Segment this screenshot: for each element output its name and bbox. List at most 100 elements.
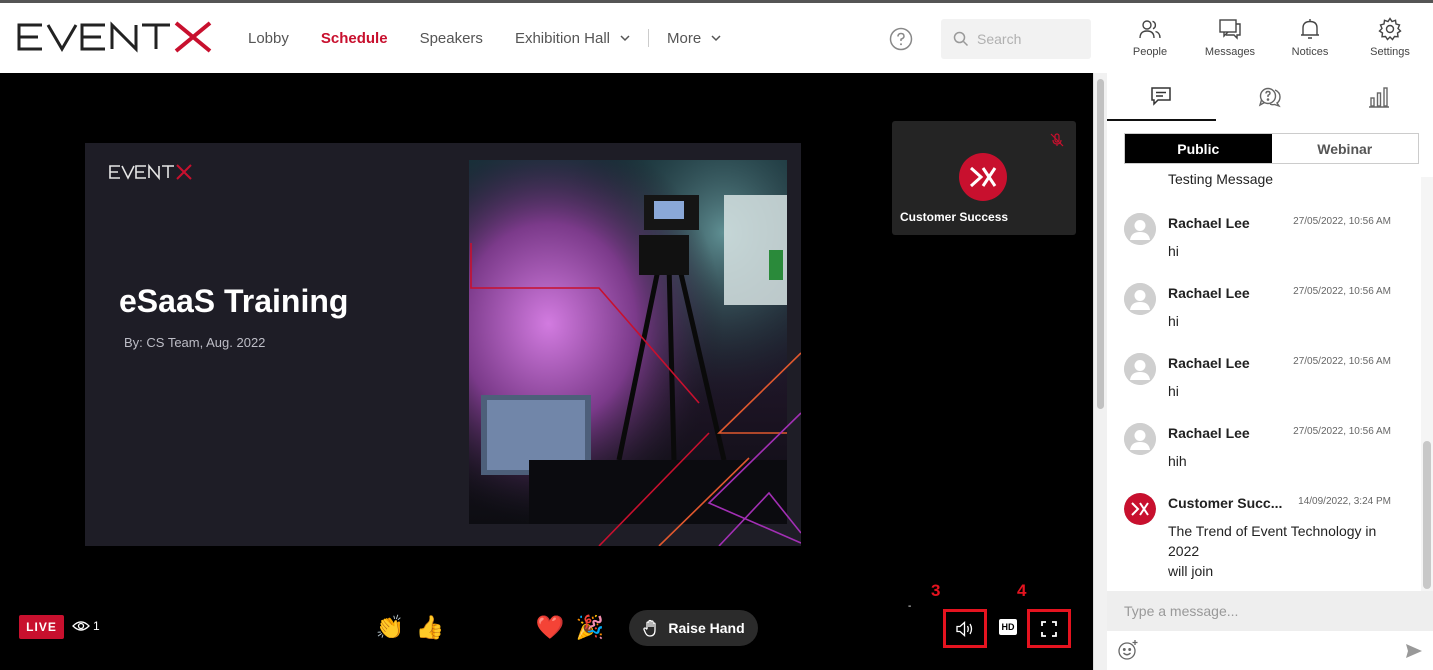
messages-button[interactable]: Messages xyxy=(1195,17,1265,65)
reaction-laugh[interactable]: 😂 xyxy=(330,611,370,643)
top-navbar: Lobby Schedule Speakers Exhibition Hall … xyxy=(0,0,1433,73)
settings-label: Settings xyxy=(1370,46,1410,58)
reaction-heart-eyes[interactable]: 😍 xyxy=(450,611,490,643)
eventx-logo[interactable] xyxy=(16,17,214,57)
user-avatar-icon xyxy=(1124,213,1156,245)
fullscreen-icon xyxy=(1041,620,1057,637)
tab-qa[interactable] xyxy=(1216,73,1325,121)
stage-dash: - xyxy=(908,601,912,612)
people-icon xyxy=(1139,20,1161,39)
message-author: Rachael Lee xyxy=(1168,285,1250,301)
message-text: hi xyxy=(1168,243,1179,259)
segment-public[interactable]: Public xyxy=(1125,134,1272,163)
chevron-down-icon xyxy=(620,35,630,42)
chat-scrollbar-thumb[interactable] xyxy=(1423,441,1431,589)
slide-subtitle: By: CS Team, Aug. 2022 xyxy=(124,335,266,350)
app: Lobby Schedule Speakers Exhibition Hall … xyxy=(0,0,1433,670)
raise-hand-button[interactable]: Raise Hand xyxy=(629,610,758,646)
volume-button[interactable] xyxy=(943,609,987,648)
segment-webinar[interactable]: Webinar xyxy=(1272,134,1419,163)
people-button[interactable]: People xyxy=(1115,17,1185,65)
user-avatar-icon xyxy=(1124,423,1156,455)
message-time: 14/09/2022, 3:24 PM xyxy=(1298,496,1391,507)
participant-tile[interactable]: Customer Success xyxy=(892,121,1076,235)
nav-speakers-label: Speakers xyxy=(419,29,483,47)
message-line: The Trend of Event Technology in 2022 xyxy=(1168,523,1377,559)
messages-label: Messages xyxy=(1204,46,1256,58)
hd-button[interactable]: HD xyxy=(999,619,1017,635)
annotation-4: 4 xyxy=(1017,581,1027,600)
settings-button[interactable]: Settings xyxy=(1355,17,1425,65)
gear-icon xyxy=(1378,17,1402,41)
notices-button[interactable]: Notices xyxy=(1275,17,1345,65)
participant-name: Customer Success xyxy=(900,210,1009,224)
nav-exhibition-hall-label: Exhibition Hall xyxy=(514,29,610,47)
message-line: will join xyxy=(1168,563,1214,579)
tab-chat[interactable] xyxy=(1107,73,1216,121)
nav-exhibition-hall[interactable]: Exhibition Hall xyxy=(499,3,646,73)
reaction-bar: 😂 👏 👍 😍 😎 ❤️ 🎉 xyxy=(330,611,610,643)
send-icon[interactable] xyxy=(1404,641,1424,661)
presentation-slide: eSaaS Training By: CS Team, Aug. 2022 xyxy=(85,143,801,546)
message-author: Rachael Lee xyxy=(1168,425,1250,441)
nav-schedule-label: Schedule xyxy=(320,29,388,47)
raise-hand-label: Raise Hand xyxy=(668,620,745,636)
eventx-avatar-icon xyxy=(1124,493,1156,525)
bell-icon xyxy=(1301,19,1319,39)
hand-icon xyxy=(643,619,657,637)
page-scrollbar-thumb[interactable] xyxy=(1097,79,1104,409)
nav-more[interactable]: More xyxy=(651,3,737,73)
help-icon[interactable] xyxy=(889,27,913,51)
user-avatar-icon xyxy=(1124,283,1156,315)
poll-icon xyxy=(1368,87,1389,108)
participant-avatar xyxy=(959,153,1007,201)
chat-panel: Public Webinar Testing Message Rachael L… xyxy=(1107,73,1433,670)
message-input[interactable] xyxy=(1107,591,1433,631)
slide-decorative-lines xyxy=(470,243,801,546)
message-text: The Trend of Event Technology in 2022 wi… xyxy=(1168,521,1398,581)
reaction-heart[interactable]: ❤️ xyxy=(530,611,570,643)
nav-speakers[interactable]: Speakers xyxy=(404,3,499,73)
reaction-thumbs-up[interactable]: 👍 xyxy=(410,611,450,643)
reaction-party[interactable]: 🎉 xyxy=(570,611,610,643)
message-text-partial: Testing Message xyxy=(1168,171,1274,187)
people-label: People xyxy=(1132,46,1168,58)
nav-lobby-label: Lobby xyxy=(248,29,289,47)
chat-scrollbar[interactable] xyxy=(1421,177,1433,591)
message-author: Customer Succ... xyxy=(1168,495,1283,511)
qa-icon xyxy=(1258,87,1281,108)
message-text: hi xyxy=(1168,313,1179,329)
message-time: 27/05/2022, 10:56 AM xyxy=(1293,216,1391,227)
chat-channel-toggle: Public Webinar xyxy=(1124,133,1419,164)
user-avatar-icon xyxy=(1124,353,1156,385)
message-text: hih xyxy=(1168,453,1187,469)
emoji-icon[interactable] xyxy=(1117,639,1139,661)
message-time: 27/05/2022, 10:56 AM xyxy=(1293,356,1391,367)
search-input[interactable] xyxy=(977,31,1077,47)
reaction-cool[interactable]: 😎 xyxy=(490,611,530,643)
message-text: hi xyxy=(1168,383,1179,399)
message-list: Testing Message Rachael Lee 27/05/2022, … xyxy=(1107,169,1421,589)
slide-title: eSaaS Training xyxy=(119,283,349,319)
message-composer xyxy=(1107,591,1433,631)
nav-lobby[interactable]: Lobby xyxy=(232,3,305,73)
notices-label: Notices xyxy=(1291,46,1329,58)
nav-schedule[interactable]: Schedule xyxy=(305,3,404,73)
reaction-clap[interactable]: 👏 xyxy=(370,611,410,643)
panel-tabs xyxy=(1107,73,1433,121)
search-box[interactable] xyxy=(941,19,1091,59)
nav-divider xyxy=(647,29,649,47)
chevron-down-icon xyxy=(711,35,721,42)
fullscreen-button[interactable] xyxy=(1027,609,1071,648)
mic-muted-icon xyxy=(1050,133,1064,147)
video-stage: eSaaS Training By: CS Team, Aug. 2022 Cu… xyxy=(0,73,1093,670)
tab-poll[interactable] xyxy=(1324,73,1433,121)
chat-icon xyxy=(1151,87,1172,106)
volume-icon xyxy=(956,620,973,637)
message-author: Rachael Lee xyxy=(1168,355,1250,371)
live-badge: LIVE xyxy=(19,615,64,639)
message-time: 27/05/2022, 10:56 AM xyxy=(1293,286,1391,297)
search-icon xyxy=(953,31,969,47)
page-scrollbar[interactable] xyxy=(1093,73,1107,670)
viewer-count: 1 xyxy=(72,619,100,633)
